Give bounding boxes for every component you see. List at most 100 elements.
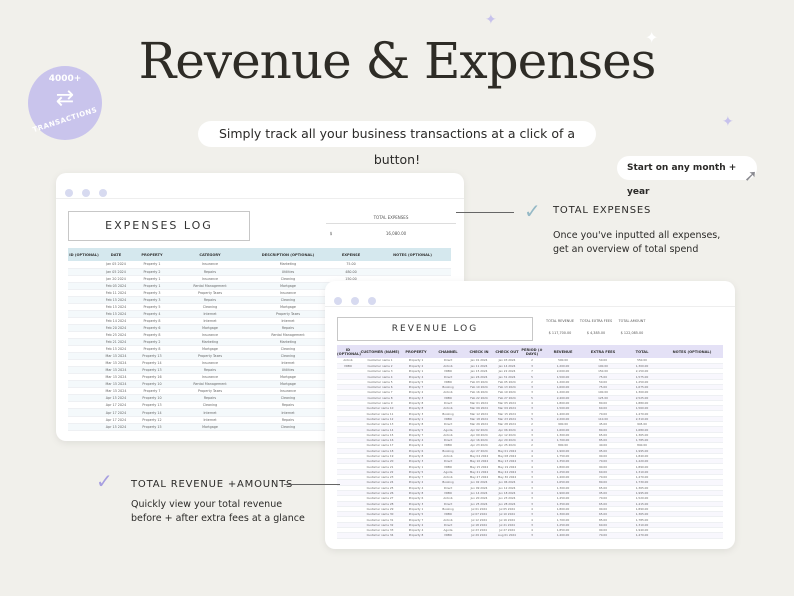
table-cell[interactable] bbox=[68, 401, 100, 410]
table-cell[interactable]: Jan 20 2024 bbox=[100, 275, 132, 283]
table-cell[interactable]: Property 5 bbox=[132, 303, 172, 311]
table-cell[interactable] bbox=[68, 345, 100, 354]
table-cell[interactable]: Property Taxes bbox=[172, 387, 248, 396]
table-cell[interactable] bbox=[68, 338, 100, 347]
table-cell[interactable]: Property 2 bbox=[132, 268, 172, 276]
table-cell[interactable] bbox=[68, 352, 100, 361]
table-cell[interactable]: Cleaning bbox=[248, 275, 328, 283]
table-cell[interactable]: Rental Management bbox=[172, 380, 248, 389]
table-cell[interactable]: Property 1 bbox=[132, 282, 172, 290]
table-cell[interactable] bbox=[68, 289, 100, 297]
table-cell[interactable]: Internet bbox=[248, 317, 328, 325]
window-dot-icon[interactable] bbox=[368, 297, 377, 305]
table-cell[interactable]: Feb 21 2024 bbox=[100, 338, 132, 347]
table-cell[interactable]: Property 8 bbox=[132, 345, 172, 354]
table-cell[interactable]: Property Taxes bbox=[172, 352, 248, 361]
table-cell[interactable]: Property 8 bbox=[132, 331, 172, 340]
table-cell[interactable]: Internet bbox=[172, 310, 248, 318]
table-cell[interactable]: Property 12 bbox=[132, 416, 172, 424]
table-cell[interactable] bbox=[68, 408, 100, 417]
table-cell[interactable]: Property 6 bbox=[132, 324, 172, 332]
table-cell[interactable]: Marketing bbox=[248, 261, 328, 269]
table-cell[interactable]: Apr 17 2024 bbox=[100, 401, 132, 410]
table-cell[interactable]: VRBO bbox=[431, 532, 465, 539]
table-cell[interactable]: Insurance bbox=[172, 373, 248, 382]
table-cell[interactable]: 3 bbox=[521, 532, 543, 539]
table-cell[interactable]: Insurance bbox=[172, 331, 248, 340]
table-cell[interactable]: Insurance bbox=[172, 275, 248, 283]
window-dot-icon[interactable] bbox=[99, 189, 108, 197]
table-cell[interactable]: Mortgage bbox=[248, 380, 328, 389]
table-cell[interactable]: Property 10 bbox=[132, 380, 172, 389]
table-cell[interactable]: Property 2 bbox=[132, 338, 172, 347]
window-dot-icon[interactable] bbox=[334, 297, 342, 305]
table-cell[interactable]: Property 15 bbox=[132, 423, 172, 431]
table-cell[interactable]: 70.00 bbox=[583, 532, 623, 539]
table-cell[interactable]: 1,470.00 bbox=[623, 532, 661, 539]
table-cell[interactable] bbox=[661, 532, 723, 539]
table-cell[interactable] bbox=[68, 373, 100, 382]
table-cell[interactable]: Internet bbox=[172, 317, 248, 325]
table-cell[interactable]: Property 16 bbox=[132, 373, 172, 382]
table-cell[interactable]: Internet bbox=[172, 416, 248, 424]
table-cell[interactable]: Insurance bbox=[172, 359, 248, 368]
table-cell[interactable]: Property 4 bbox=[132, 310, 172, 318]
table-cell[interactable]: Repairs bbox=[172, 268, 248, 276]
table-cell[interactable]: Property Taxes bbox=[172, 289, 248, 297]
table-cell[interactable] bbox=[68, 394, 100, 403]
table-cell[interactable]: Utilities bbox=[248, 366, 328, 375]
table-cell[interactable]: Property 13 bbox=[132, 366, 172, 375]
table-cell[interactable]: Mortgage bbox=[172, 345, 248, 354]
table-cell[interactable]: Cleaning bbox=[248, 352, 328, 361]
table-cell[interactable]: Jan 05 2024 bbox=[100, 261, 132, 269]
table-cell[interactable] bbox=[337, 532, 359, 539]
table-cell[interactable]: Rental Management bbox=[248, 331, 328, 340]
table-cell[interactable]: Internet bbox=[248, 359, 328, 368]
window-dot-icon[interactable] bbox=[65, 189, 73, 197]
table-cell[interactable]: Cleaning bbox=[248, 394, 328, 403]
table-cell[interactable] bbox=[68, 387, 100, 396]
table-cell[interactable] bbox=[68, 423, 100, 431]
table-cell[interactable] bbox=[68, 317, 100, 325]
table-cell[interactable]: Property 3 bbox=[132, 289, 172, 297]
table-cell[interactable]: Internet bbox=[248, 408, 328, 417]
table-cell[interactable]: Feb 15 2024 bbox=[100, 310, 132, 318]
table-cell[interactable]: Property 8 bbox=[132, 317, 172, 325]
table-cell[interactable]: Mortgage bbox=[172, 324, 248, 332]
table-cell[interactable]: Mar 15 2024 bbox=[100, 366, 132, 375]
table-cell[interactable]: Repairs bbox=[172, 296, 248, 304]
table-cell[interactable]: Repairs bbox=[248, 401, 328, 410]
table-cell[interactable] bbox=[68, 359, 100, 368]
table-cell[interactable]: Property 14 bbox=[132, 408, 172, 417]
table-cell[interactable]: Insurance bbox=[172, 261, 248, 269]
table-cell[interactable] bbox=[374, 268, 451, 276]
table-cell[interactable]: Cleaning bbox=[248, 423, 328, 431]
table-cell[interactable]: Property 10 bbox=[132, 394, 172, 403]
table-cell[interactable]: Mar 15 2024 bbox=[100, 352, 132, 361]
table-cell[interactable]: Repairs bbox=[172, 366, 248, 375]
table-cell[interactable] bbox=[68, 282, 100, 290]
table-cell[interactable]: Feb 15 2024 bbox=[100, 345, 132, 354]
table-cell[interactable]: Feb 05 2024 bbox=[100, 282, 132, 290]
table-cell[interactable] bbox=[68, 331, 100, 340]
table-cell[interactable]: Repairs bbox=[248, 416, 328, 424]
table-cell[interactable]: Marketing bbox=[248, 338, 328, 347]
table-cell[interactable]: Rental Management bbox=[172, 282, 248, 290]
table-cell[interactable]: Cleaning bbox=[172, 401, 248, 410]
table-cell[interactable] bbox=[374, 261, 451, 269]
table-cell[interactable]: Mortgage bbox=[248, 303, 328, 311]
table-cell[interactable]: Cleaning bbox=[248, 296, 328, 304]
table-cell[interactable]: Apr 17 2024 bbox=[100, 416, 132, 424]
table-cell[interactable] bbox=[68, 261, 100, 269]
table-cell[interactable]: Repairs bbox=[248, 324, 328, 332]
table-cell[interactable] bbox=[68, 380, 100, 389]
table-cell[interactable]: 1,400.00 bbox=[543, 532, 583, 539]
table-cell[interactable]: Property 7 bbox=[132, 387, 172, 396]
table-cell[interactable]: Apr 17 2024 bbox=[100, 408, 132, 417]
table-cell[interactable]: Property 14 bbox=[132, 359, 172, 368]
table-cell[interactable]: Feb 14 2024 bbox=[100, 317, 132, 325]
table-cell[interactable]: Mar 15 2024 bbox=[100, 373, 132, 382]
table-cell[interactable]: Property 1 bbox=[132, 275, 172, 283]
window-dot-icon[interactable] bbox=[351, 297, 360, 305]
table-cell[interactable]: Mortgage bbox=[248, 373, 328, 382]
